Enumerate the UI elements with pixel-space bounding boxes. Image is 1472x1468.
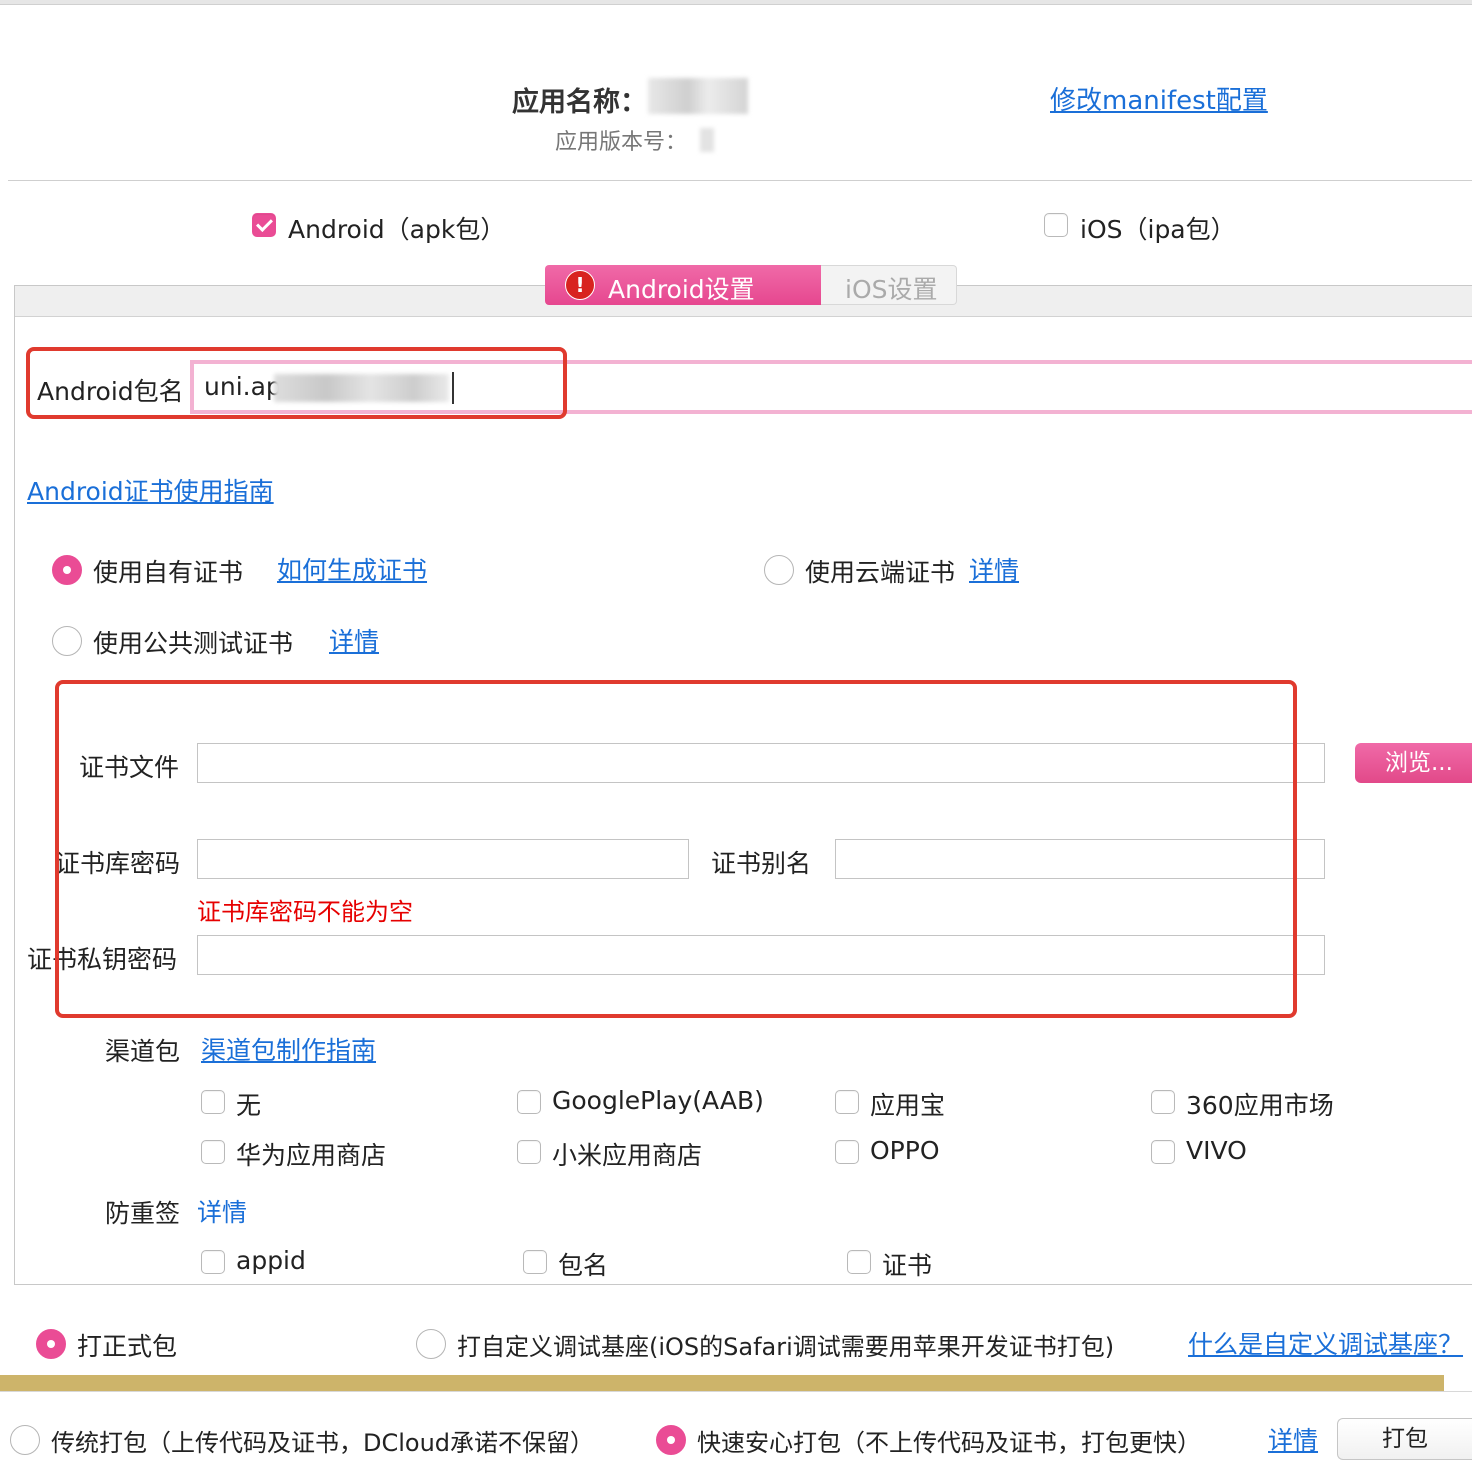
channel-yingyongbao-checkbox[interactable]: [835, 1090, 859, 1114]
fast-build-label: 快速安心打包（不上传代码及证书，打包更快）: [697, 1429, 1201, 1457]
cloud-cert-label: 使用云端证书: [805, 558, 956, 587]
channel-huawei-checkbox[interactable]: [201, 1140, 225, 1164]
public-test-cert-radio[interactable]: [52, 626, 82, 656]
annotation-box-cert-form: [55, 680, 1297, 1018]
modify-manifest-link[interactable]: 修改manifest配置: [1050, 80, 1268, 117]
traditional-build-label: 传统打包（上传代码及证书，DCloud承诺不保留）: [51, 1429, 595, 1457]
custom-base-help-link[interactable]: 什么是自定义调试基座？: [1188, 1325, 1463, 1361]
tab-ios-settings[interactable]: iOS设置: [821, 265, 957, 305]
header-divider: [8, 180, 1472, 181]
public-test-cert-details-link[interactable]: 详情: [329, 622, 379, 658]
custom-base-label: 打自定义调试基座(iOS的Safari调试需要用苹果开发证书打包): [457, 1333, 1115, 1361]
channel-xiaomi-label: 小米应用商店: [552, 1141, 703, 1170]
channel-oppo-checkbox[interactable]: [835, 1140, 859, 1164]
public-test-cert-label: 使用公共测试证书: [93, 629, 294, 658]
anti-resign-package-label: 包名: [558, 1251, 609, 1280]
channel-googleplay-label: GooglePlay(AAB): [552, 1086, 764, 1115]
traditional-build-radio[interactable]: [10, 1425, 40, 1455]
channel-googleplay-checkbox[interactable]: [517, 1090, 541, 1114]
cloud-cert-radio[interactable]: [764, 555, 794, 585]
ios-platform-checkbox[interactable]: [1044, 213, 1068, 237]
progress-bar: [0, 1375, 1444, 1391]
annotation-box-package: [26, 347, 567, 419]
release-build-label: 打正式包: [77, 1332, 178, 1361]
channel-xiaomi-checkbox[interactable]: [517, 1140, 541, 1164]
app-name-blurred-value: [648, 78, 748, 114]
warning-icon: !: [565, 270, 595, 300]
how-to-generate-cert-link[interactable]: 如何生成证书: [277, 551, 427, 587]
channel-none-label: 无: [236, 1091, 262, 1120]
tab-ios-label: iOS设置: [845, 275, 938, 304]
app-version-blurred-value: [700, 128, 714, 152]
browse-button[interactable]: 浏览...: [1355, 743, 1472, 783]
own-cert-radio[interactable]: [52, 555, 82, 585]
anti-resign-appid-label: appid: [236, 1246, 306, 1275]
channel-package-label: 渠道包: [105, 1037, 181, 1066]
custom-base-radio[interactable]: [416, 1329, 446, 1359]
anti-resign-package-checkbox[interactable]: [523, 1250, 547, 1274]
channel-none-checkbox[interactable]: [201, 1090, 225, 1114]
ios-platform-label: iOS（ipa包）: [1080, 215, 1236, 244]
progress-divider: [0, 1391, 1472, 1392]
own-cert-label: 使用自有证书: [93, 558, 244, 587]
channel-360-checkbox[interactable]: [1151, 1090, 1175, 1114]
android-cert-guide-link[interactable]: Android证书使用指南: [27, 472, 274, 508]
android-platform-label: Android（apk包）: [288, 215, 506, 244]
anti-resign-details-link[interactable]: 详情: [197, 1193, 247, 1229]
android-platform-checkbox[interactable]: [252, 213, 276, 237]
channel-huawei-label: 华为应用商店: [236, 1141, 387, 1170]
tab-android-label: Android设置: [608, 275, 755, 304]
build-button[interactable]: 打包: [1337, 1418, 1472, 1460]
channel-guide-link[interactable]: 渠道包制作指南: [201, 1031, 376, 1067]
cloud-cert-details-link[interactable]: 详情: [969, 551, 1019, 587]
app-version-label: 应用版本号：: [555, 130, 688, 155]
channel-vivo-label: VIVO: [1186, 1136, 1247, 1165]
anti-resign-appid-checkbox[interactable]: [201, 1250, 225, 1274]
anti-resign-cert-label: 证书: [882, 1251, 933, 1280]
channel-360-label: 360应用市场: [1186, 1091, 1334, 1120]
anti-resign-cert-checkbox[interactable]: [847, 1250, 871, 1274]
app-name-label: 应用名称：: [512, 87, 647, 118]
tab-android-settings[interactable]: ! Android设置: [545, 265, 821, 305]
top-border: [0, 0, 1472, 5]
channel-oppo-label: OPPO: [870, 1136, 940, 1165]
channel-vivo-checkbox[interactable]: [1151, 1140, 1175, 1164]
release-build-radio[interactable]: [36, 1329, 66, 1359]
anti-resign-label: 防重签: [105, 1199, 181, 1228]
fast-build-radio[interactable]: [656, 1425, 686, 1455]
channel-yingyongbao-label: 应用宝: [870, 1091, 946, 1120]
build-mode-details-link[interactable]: 详情: [1268, 1421, 1318, 1457]
